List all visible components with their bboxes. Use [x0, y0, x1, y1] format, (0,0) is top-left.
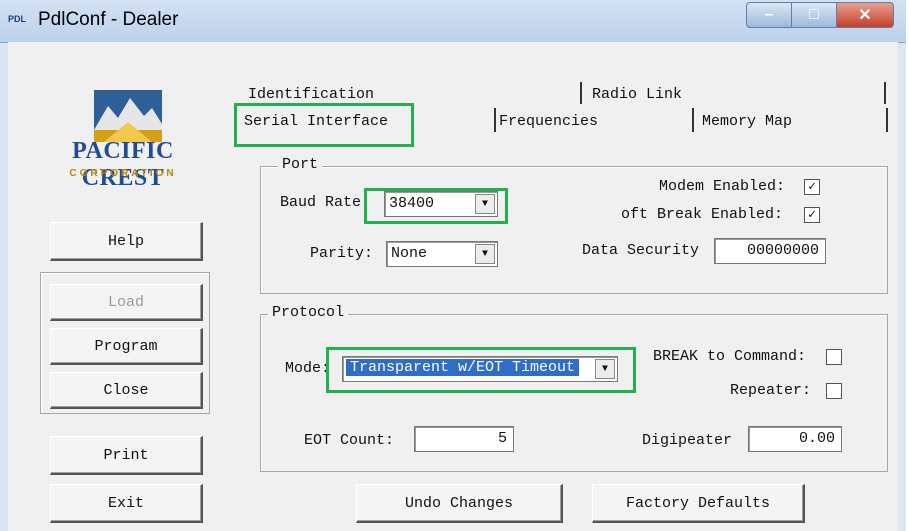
help-button[interactable]: Help	[50, 222, 203, 261]
parity-label: Parity:	[310, 245, 374, 262]
maximize-button[interactable]: □	[791, 2, 836, 28]
mode-label: Mode:	[285, 360, 331, 377]
tab-frequencies[interactable]: Frequencies	[499, 113, 598, 130]
soft-break-enabled-label: oft Break Enabled:	[621, 206, 784, 223]
dialog-client-area: PACIFIC CREST CORPORATION Help Load Prog…	[8, 42, 898, 531]
exit-button[interactable]: Exit	[50, 484, 203, 523]
tab-separator	[494, 108, 496, 132]
tab-radio-link[interactable]: Radio Link	[592, 86, 682, 103]
company-logo: PACIFIC CREST CORPORATION	[28, 90, 218, 230]
load-button[interactable]: Load	[50, 284, 203, 321]
data-security-input[interactable]: 00000000	[714, 238, 826, 264]
parity-value: None	[391, 245, 428, 262]
factory-defaults-button[interactable]: Factory Defaults	[592, 484, 805, 523]
checkmark-icon: ✓	[808, 179, 816, 194]
eot-count-label: EOT Count:	[304, 432, 395, 449]
checkmark-icon: ✓	[808, 207, 816, 222]
data-security-label: Data Security	[582, 242, 700, 259]
break-to-command-label: BREAK to Command:	[653, 348, 807, 365]
close-icon: ✕	[858, 7, 872, 24]
eot-count-input[interactable]: 5	[414, 426, 514, 452]
data-security-value: 00000000	[746, 242, 819, 259]
highlight-serial-interface	[234, 103, 414, 147]
tab-separator	[884, 82, 886, 104]
print-button[interactable]: Print	[50, 436, 203, 475]
maximize-icon: □	[809, 6, 819, 23]
app-window: PDL PdlConf - Dealer – □ ✕ PACIFIC CREST…	[0, 0, 906, 531]
window-title: PdlConf - Dealer	[38, 9, 179, 30]
app-icon: PDL	[8, 14, 26, 24]
logo-name: PACIFIC CREST	[72, 138, 174, 191]
digipeater-input[interactable]: 0.00	[748, 426, 842, 452]
eot-count-value: 5	[497, 430, 507, 447]
title-bar[interactable]: PDL PdlConf - Dealer – □ ✕	[0, 0, 906, 43]
tab-identification[interactable]: Identification	[248, 86, 374, 103]
close-button[interactable]: Close	[50, 372, 203, 409]
protocol-group-label: Protocol	[268, 304, 349, 321]
program-button[interactable]: Program	[50, 328, 203, 365]
digipeater-label: Digipeater	[642, 432, 733, 449]
logo-corporation: CORPORATION	[69, 168, 177, 179]
port-group	[260, 166, 888, 294]
port-group-label: Port	[278, 156, 323, 173]
break-to-command-checkbox[interactable]	[826, 349, 842, 365]
highlight-mode	[326, 347, 636, 393]
repeater-label: Repeater:	[730, 382, 812, 399]
repeater-checkbox[interactable]	[826, 383, 842, 399]
close-window-button[interactable]: ✕	[836, 2, 894, 28]
digipeater-value: 0.00	[798, 430, 835, 447]
chevron-down-icon[interactable]: ▼	[475, 244, 495, 264]
minimize-button[interactable]: –	[746, 2, 791, 28]
tab-separator	[580, 82, 582, 104]
baud-rate-label: Baud Rate:	[280, 194, 371, 211]
minimize-icon: –	[764, 6, 774, 23]
tab-memory-map[interactable]: Memory Map	[702, 113, 792, 130]
parity-select[interactable]: None ▼	[386, 241, 498, 267]
window-controls: – □ ✕	[746, 2, 896, 28]
undo-changes-button[interactable]: Undo Changes	[356, 484, 563, 523]
modem-enabled-label: Modem Enabled:	[659, 178, 786, 195]
tab-separator	[692, 108, 694, 132]
tab-separator	[886, 108, 888, 132]
highlight-baud-rate	[364, 188, 508, 224]
soft-break-enabled-checkbox[interactable]: ✓	[804, 207, 820, 223]
modem-enabled-checkbox[interactable]: ✓	[804, 179, 820, 195]
